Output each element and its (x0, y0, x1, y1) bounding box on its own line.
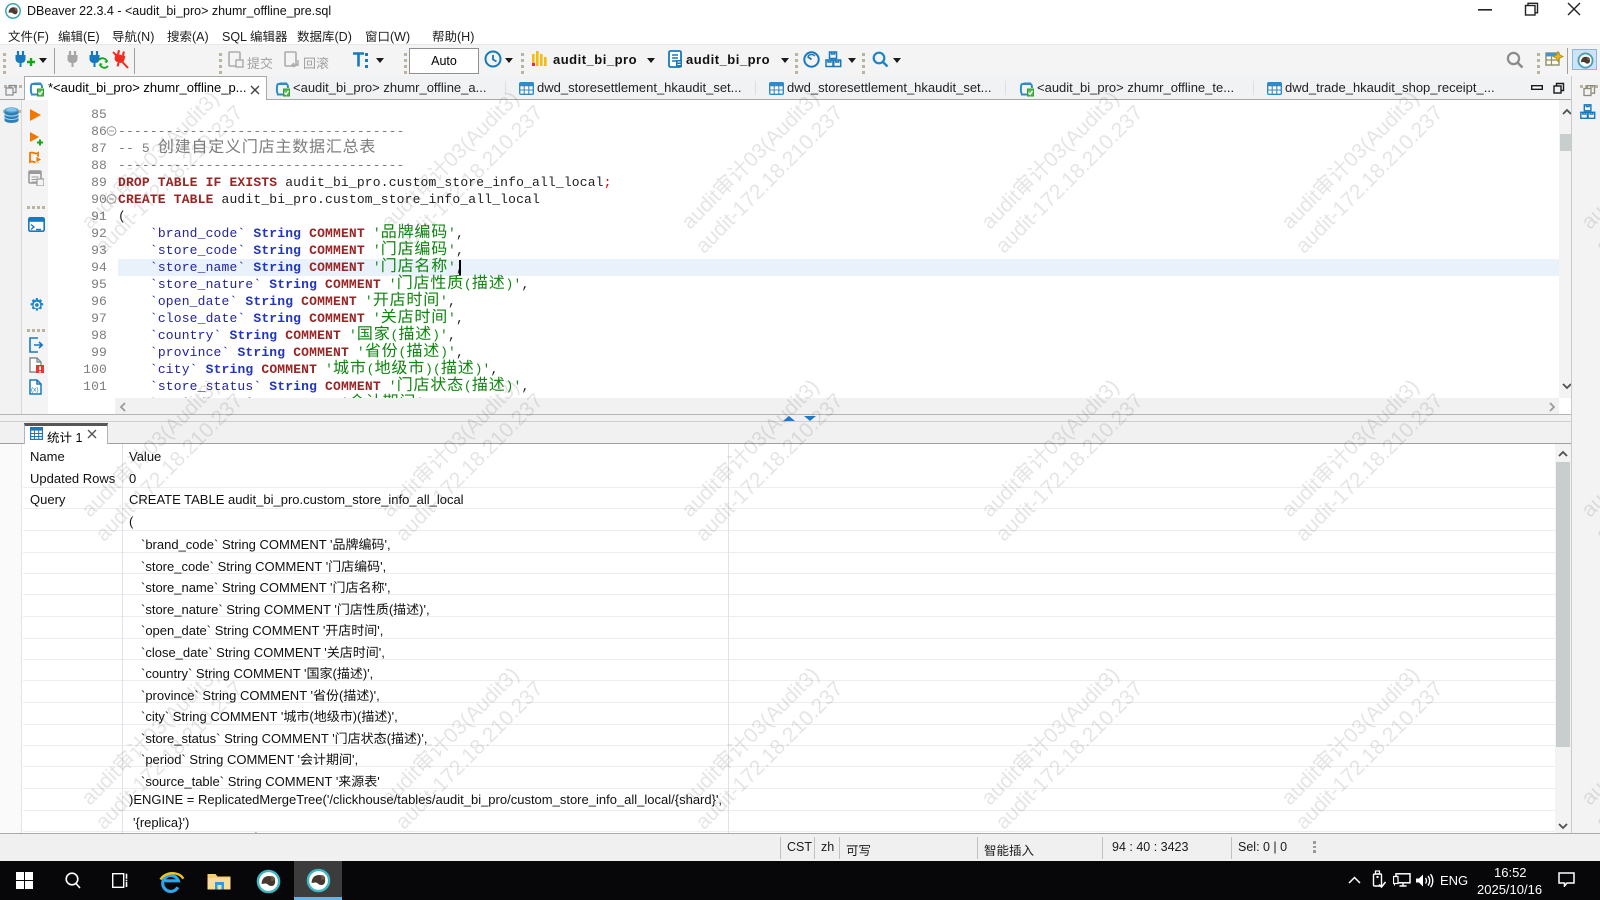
svg-text:(x): (x) (31, 387, 39, 394)
